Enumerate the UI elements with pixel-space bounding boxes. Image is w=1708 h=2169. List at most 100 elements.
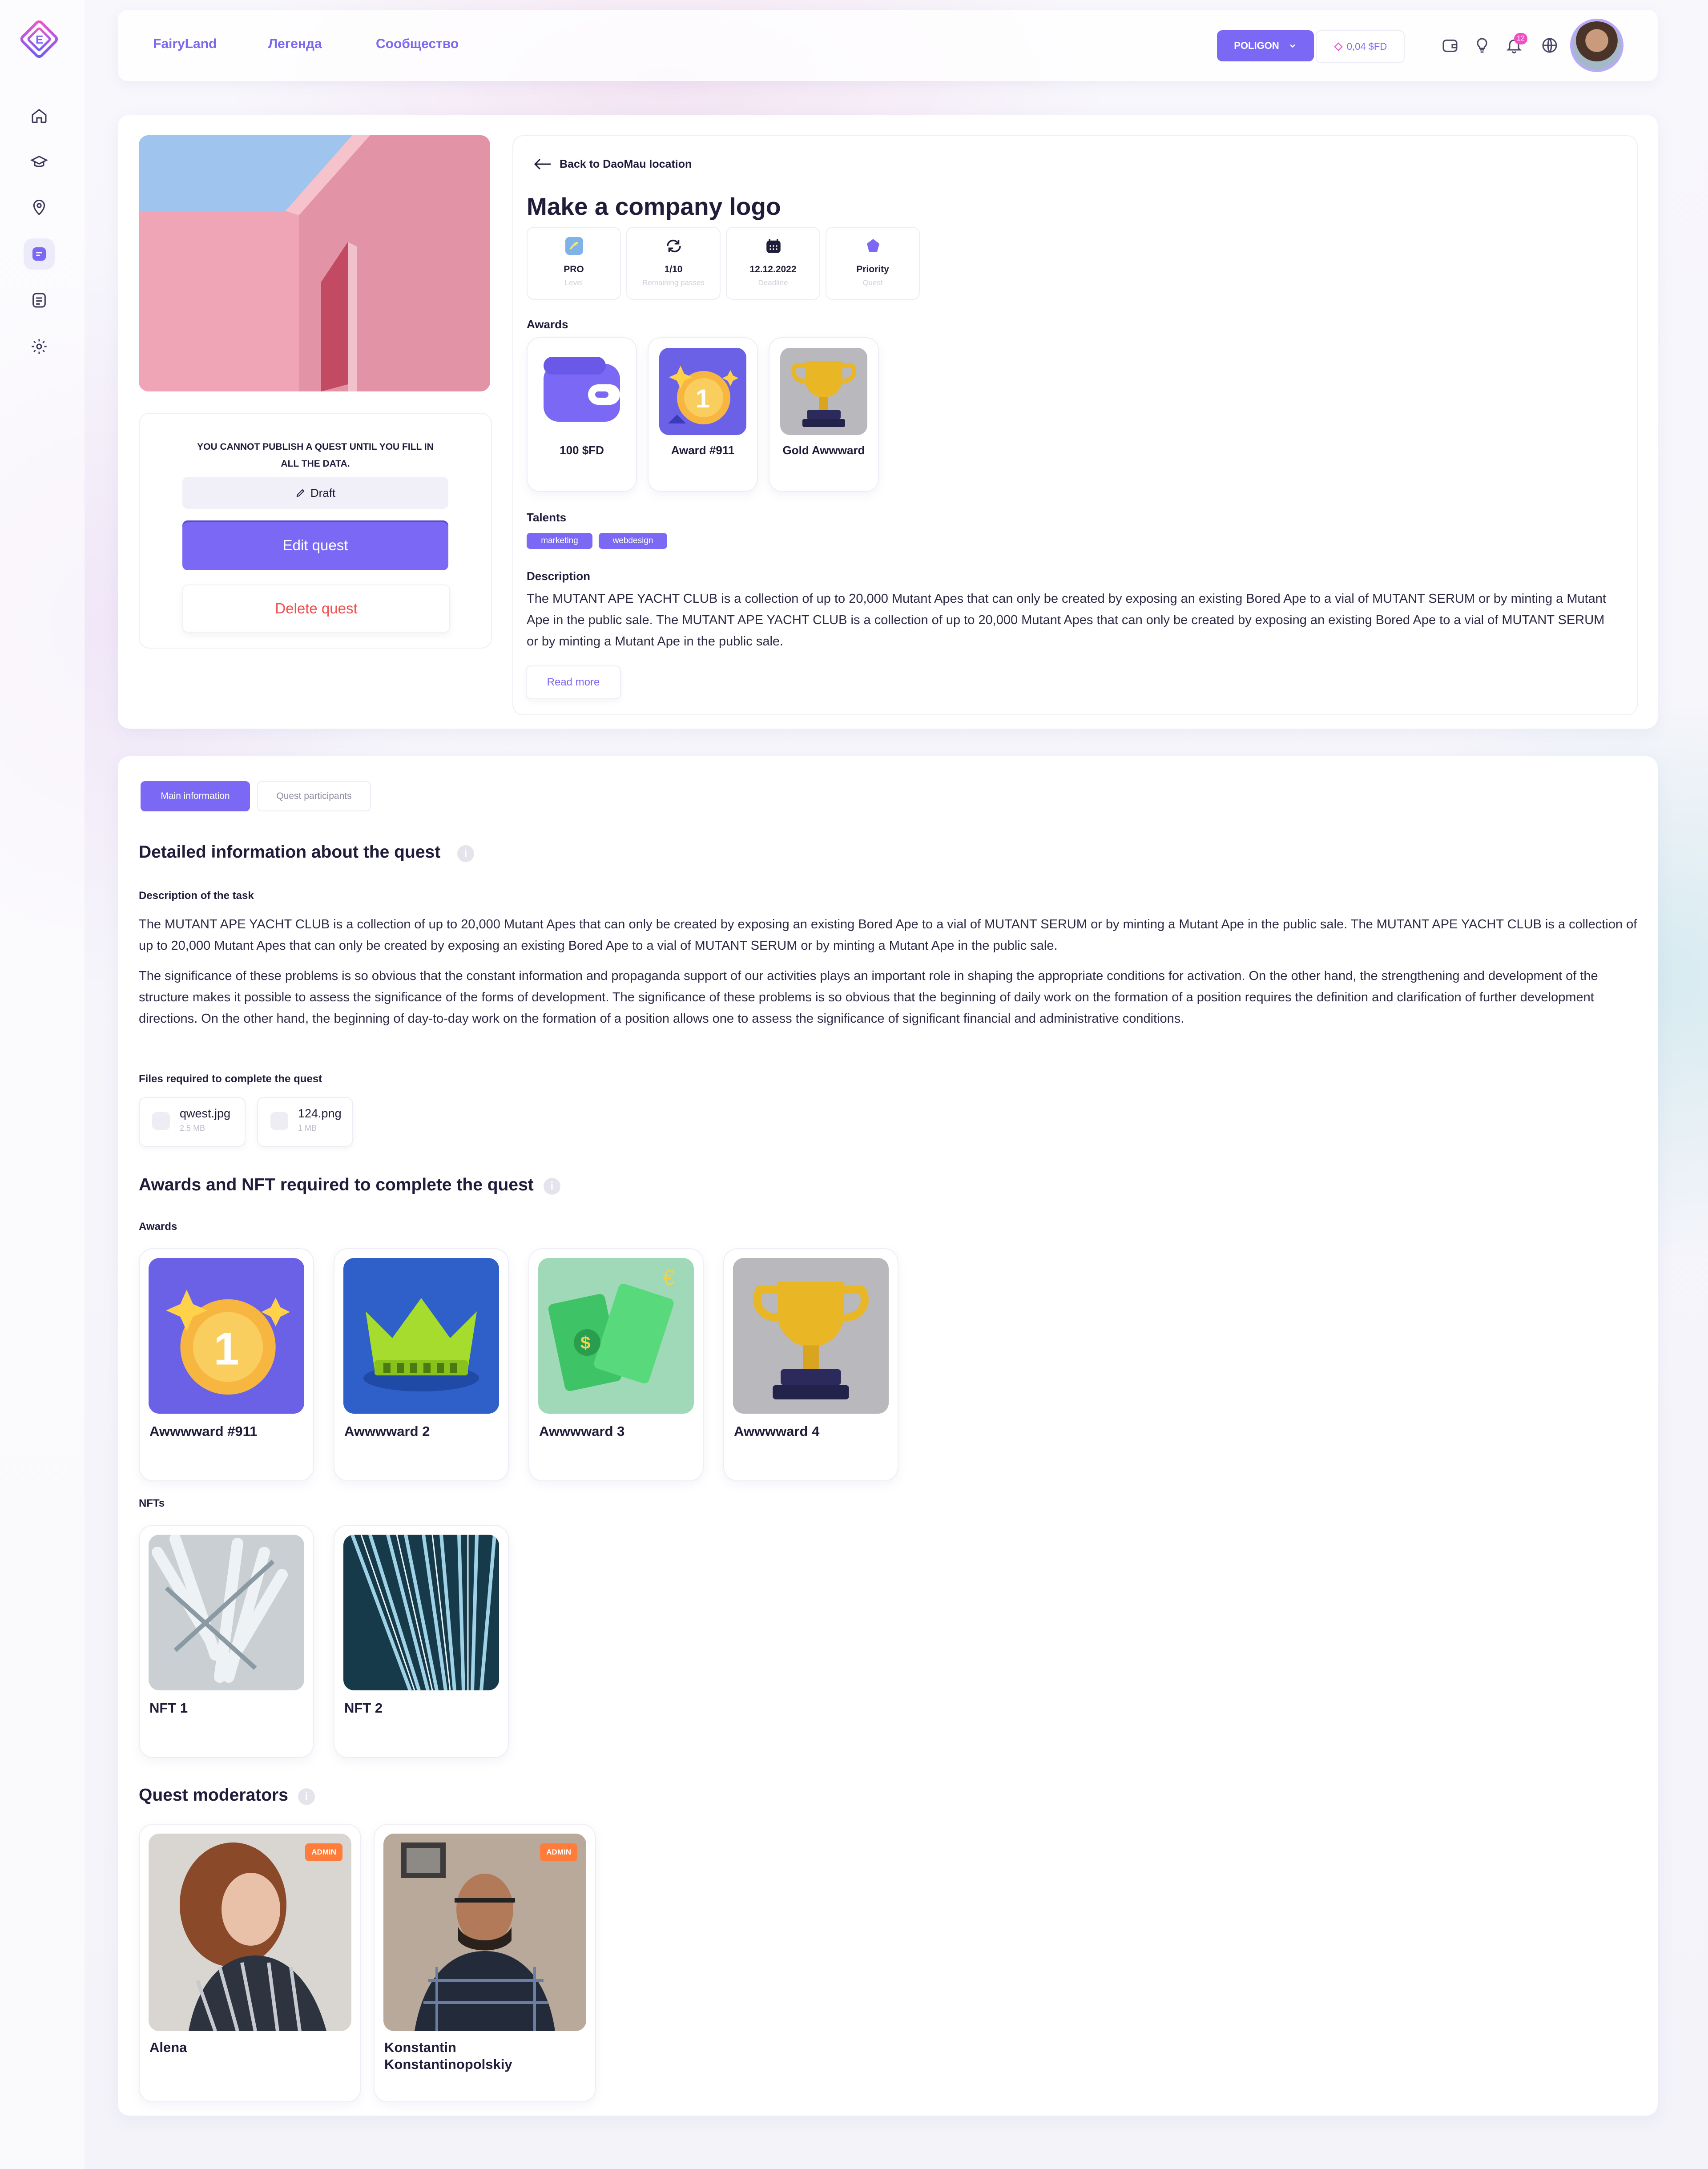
quest-description: The MUTANT APE YACHT CLUB is a collectio…: [527, 592, 1606, 649]
settings-gear-icon[interactable]: [24, 331, 55, 362]
award-card-911[interactable]: 1 Award #911: [648, 337, 758, 492]
stat-priority-value: Priority: [856, 264, 889, 274]
quests-icon[interactable]: [24, 238, 55, 270]
description-label: Description: [527, 569, 591, 583]
award-item[interactable]: 1 Awwwward #911: [139, 1248, 314, 1481]
quest-info-panel: Back to DaoMau location Make a company l…: [512, 135, 1638, 715]
publish-warning: YOU CANNOT PUBLISH A QUEST UNTIL YOU FIL…: [140, 439, 491, 472]
user-avatar[interactable]: [1570, 19, 1623, 72]
stat-deadline: 12.12.2022 Deadline: [726, 227, 820, 300]
file-item[interactable]: 124.png 1 MB: [257, 1097, 353, 1147]
file-item[interactable]: qwest.jpg 2.5 MB: [139, 1097, 246, 1147]
edit-quest-button[interactable]: Edit quest: [182, 520, 448, 570]
tab-main-information[interactable]: Main information: [141, 781, 250, 811]
globe-icon[interactable]: [1541, 36, 1559, 54]
moderator-photo: ADMIN: [149, 1834, 351, 2031]
task-description-paragraph-2: The significance of these problems is so…: [139, 969, 1598, 1026]
moderator-card[interactable]: ADMIN Alena: [139, 1824, 361, 2102]
trophy-award-image: [733, 1258, 889, 1414]
balance-value: 0,04 $FD: [1346, 41, 1387, 52]
details-title: Detailed information about the quest: [139, 843, 441, 862]
back-link-label: Back to DaoMau location: [560, 157, 692, 170]
award-card-fd[interactable]: 100 $FD: [527, 337, 637, 492]
notification-count-badge: 12: [1514, 33, 1527, 44]
nav-link-legend[interactable]: Легенда: [268, 36, 322, 52]
quest-actions-panel: YOU CANNOT PUBLISH A QUEST UNTIL YOU FIL…: [139, 413, 492, 649]
moderator-card[interactable]: ADMIN Konstantin Konstantinopolskiy: [374, 1824, 596, 2102]
award-name: 100 $FD: [560, 443, 604, 457]
task-description-paragraph-1: The MUTANT APE YACHT CLUB is a collectio…: [139, 917, 1637, 953]
crown-icon: [867, 239, 879, 252]
svg-text:€: €: [663, 1266, 675, 1290]
lightbulb-icon[interactable]: [1473, 36, 1491, 54]
draft-status-label: Draft: [310, 486, 336, 500]
awards-nft-title: Awards and NFT required to complete the …: [139, 1175, 534, 1194]
moderator-name: Konstantin Konstantinopolskiy: [384, 2040, 512, 2072]
medal-award-image: 1: [149, 1258, 304, 1414]
nav-link-community[interactable]: Сообщество: [376, 36, 459, 52]
publish-warning-text: YOU CANNOT PUBLISH A QUEST UNTIL YOU FIL…: [197, 442, 434, 469]
image-file-icon: [152, 1112, 170, 1130]
nft-name: NFT 1: [149, 1700, 188, 1716]
stat-deadline-label: Deadline: [758, 278, 788, 287]
read-more-button[interactable]: Read more: [526, 665, 621, 699]
stat-passes-label: Remaining passes: [642, 278, 705, 287]
calendar-icon: [766, 239, 781, 253]
delete-quest-button[interactable]: Delete quest: [182, 585, 450, 633]
sidebar: E: [0, 0, 85, 2169]
network-select[interactable]: POLIGON: [1217, 30, 1314, 61]
document-icon[interactable]: [24, 285, 55, 316]
level-icon: [565, 237, 583, 255]
award-item[interactable]: Awwwward 4: [723, 1248, 898, 1481]
info-icon[interactable]: i: [298, 1788, 315, 1805]
moderators-title: Quest moderators: [139, 1786, 288, 1805]
moderator-name: Alena: [149, 2040, 187, 2055]
image-file-icon: [270, 1112, 288, 1130]
moderator-photo: ADMIN: [383, 1834, 586, 2031]
award-card-gold[interactable]: Gold Awwward: [769, 337, 879, 492]
graduation-cap-icon[interactable]: [24, 147, 55, 178]
arrow-left-icon: [534, 158, 551, 170]
stat-level-label: Level: [564, 278, 583, 287]
money-award-image: $ €: [538, 1258, 694, 1414]
top-bar: FairyLand Легенда Сообщество: [118, 10, 1658, 81]
task-description-label: Description of the task: [139, 890, 254, 902]
location-pin-icon[interactable]: [24, 192, 55, 223]
award-item[interactable]: Awwwward 2: [334, 1248, 509, 1481]
award-item[interactable]: $ € Awwwward 3: [528, 1248, 704, 1481]
home-icon[interactable]: [24, 100, 55, 131]
balance-display[interactable]: 0,04 $FD: [1316, 30, 1405, 63]
award-name: Awwwward 3: [539, 1423, 625, 1439]
stat-remaining-passes: 1/10 Remaining passes: [626, 227, 721, 300]
info-icon[interactable]: i: [457, 845, 474, 862]
stat-passes-value: 1/10: [664, 264, 683, 274]
nft-image: [149, 1535, 304, 1690]
awards-label: Awards: [527, 318, 568, 331]
talent-tag-marketing[interactable]: marketing: [527, 533, 592, 549]
chevron-down-icon: [1289, 44, 1295, 48]
file-name: 124.png: [298, 1107, 342, 1120]
nav-link-fairyland[interactable]: FairyLand: [153, 36, 217, 52]
back-link[interactable]: Back to DaoMau location: [534, 157, 692, 171]
talent-tag-webdesign[interactable]: webdesign: [599, 533, 667, 549]
network-label: POLIGON: [1234, 40, 1279, 51]
medal-award-image: 1: [659, 348, 746, 435]
notification-bell-icon[interactable]: 12: [1505, 33, 1527, 54]
tab-quest-participants[interactable]: Quest participants: [257, 781, 371, 811]
repeat-icon: [667, 239, 681, 253]
nft-item[interactable]: NFT 1: [139, 1525, 314, 1758]
file-size: 2.5 MB: [180, 1124, 205, 1133]
nft-item[interactable]: NFT 2: [334, 1525, 509, 1758]
stat-priority-label: Quest: [862, 278, 883, 287]
awards-section-label: Awards: [139, 1221, 177, 1233]
award-name: Award #911: [671, 443, 735, 457]
nft-image: [343, 1535, 499, 1690]
quest-title: Make a company logo: [527, 193, 781, 220]
info-icon[interactable]: i: [544, 1178, 560, 1195]
fairyland-logo[interactable]: E: [16, 16, 62, 62]
svg-text:1: 1: [696, 384, 710, 413]
wallet-icon[interactable]: [1441, 36, 1459, 54]
award-name: Awwwward 2: [344, 1423, 430, 1439]
nfts-section-label: NFTs: [139, 1497, 165, 1509]
draft-status: Draft: [182, 477, 448, 509]
